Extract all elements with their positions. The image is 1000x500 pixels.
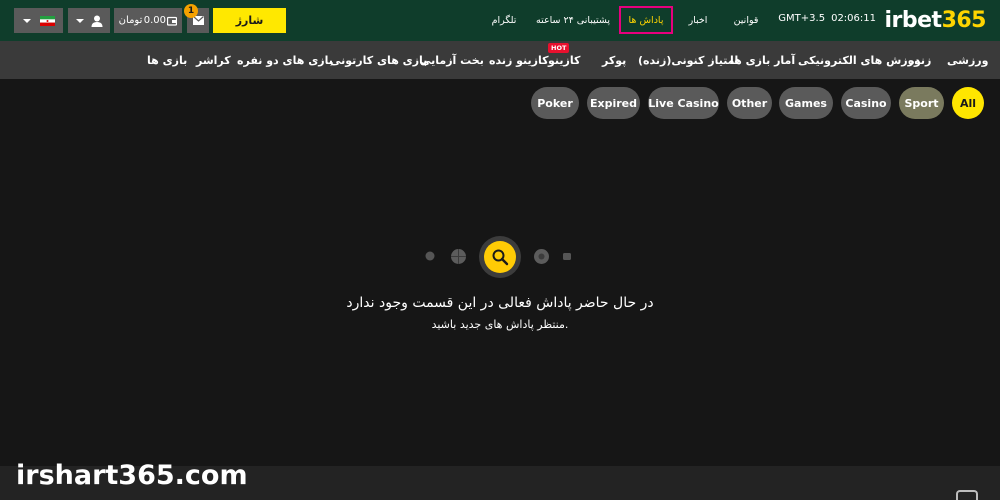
filter-casino[interactable]: Casino xyxy=(841,87,891,119)
time-label: 02:06:11 xyxy=(831,13,876,24)
cat-sports[interactable]: ورزشی xyxy=(947,41,988,79)
clock: GMT+3.5 02:06:11 xyxy=(772,13,876,24)
search-inner xyxy=(484,241,516,273)
cat-two-player[interactable]: بازی های دو نفره xyxy=(237,41,333,79)
filter-sport[interactable]: Sport xyxy=(899,87,944,119)
user-icon xyxy=(91,15,103,27)
nav-rules[interactable]: قوانین xyxy=(729,6,763,34)
logo-number: 365 xyxy=(941,8,987,33)
envelope-icon xyxy=(192,16,204,25)
cat-cartoon-games[interactable]: بازی های کارتونی xyxy=(330,41,427,79)
dice-icon xyxy=(563,253,571,260)
nav-telegram[interactable]: تلگرام xyxy=(484,6,524,34)
notification-badge: 1 xyxy=(184,4,198,18)
nav-support[interactable]: پشتیبانی ۲۴ ساعته xyxy=(536,6,610,34)
chevron-down-icon xyxy=(76,18,84,23)
watermark: irshart365.com xyxy=(16,460,248,491)
wallet-balance[interactable]: تومان 0.00 xyxy=(114,8,182,33)
cat-stats[interactable]: آمار بازی ها xyxy=(730,41,795,79)
roulette-icon xyxy=(534,249,549,264)
language-selector[interactable] xyxy=(14,8,63,33)
instagram-icon[interactable] xyxy=(956,490,978,500)
user-menu[interactable] xyxy=(68,8,110,33)
filter-other[interactable]: Other xyxy=(727,87,772,119)
filter-poker[interactable]: Poker xyxy=(531,87,579,119)
currency-label: تومان xyxy=(118,15,143,26)
nav-rewards[interactable]: پاداش ها xyxy=(619,6,673,34)
logo-text: irbet xyxy=(884,8,942,33)
charge-button[interactable]: شارژ xyxy=(213,8,286,33)
cat-lottery[interactable]: بخت آزمایی xyxy=(420,41,484,79)
wallet-icon xyxy=(167,16,178,26)
cat-crasher[interactable]: کراشر xyxy=(196,41,231,79)
basketball-icon xyxy=(451,249,466,264)
cat-live-casino[interactable]: کازینو زنده xyxy=(489,41,549,79)
category-nav: ورزشی زنده ورزش های الکترونیکی آمار بازی… xyxy=(0,41,1000,79)
search-icon xyxy=(492,249,509,266)
filter-all[interactable]: All xyxy=(952,87,984,119)
cat-games[interactable]: بازی ها xyxy=(147,41,187,79)
cat-poker[interactable]: پوکر xyxy=(602,41,626,79)
cat-livescore[interactable]: امتیاز کنونی(زنده) xyxy=(638,41,738,79)
cat-esports[interactable]: ورزش های الکترونیکی xyxy=(798,41,921,79)
empty-state-title: در حال حاضر پاداش فعالی در این قسمت وجود… xyxy=(346,295,654,311)
balance-value: 0.00 xyxy=(143,15,166,26)
nav-news[interactable]: اخبار xyxy=(681,6,715,34)
filter-games[interactable]: Games xyxy=(779,87,833,119)
top-header: irbet 365 GMT+3.5 02:06:11 قوانین اخبار پا… xyxy=(0,0,1000,41)
timezone-label: GMT+3.5 xyxy=(778,13,826,24)
chevron-down-icon xyxy=(23,18,31,23)
brand-logo[interactable]: irbet 365 xyxy=(884,8,986,34)
search-indicator xyxy=(479,236,521,278)
hot-badge: HOT xyxy=(548,43,570,53)
filter-expired[interactable]: Expired xyxy=(587,87,640,119)
empty-state-subtitle: منتظر پاداش های جدید باشید. xyxy=(431,318,569,331)
iran-flag-icon xyxy=(40,15,55,26)
filter-live-casino[interactable]: Live Casino xyxy=(648,87,719,119)
soccer-ball-icon xyxy=(425,251,435,261)
